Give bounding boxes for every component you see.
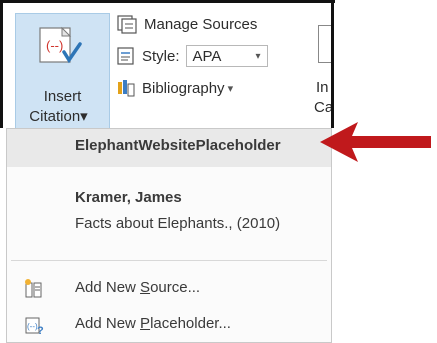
chevron-down-icon: ▾ (227, 82, 234, 95)
svg-text:(--): (--) (46, 38, 63, 53)
insert-citation-menu: ElephantWebsitePlaceholder Kramer, James… (6, 128, 332, 343)
manage-sources-icon (117, 15, 137, 34)
bibliography-button[interactable]: Bibliography ▾ (116, 75, 233, 101)
menu-item-source[interactable]: Kramer, James Facts about Elephants., (2… (7, 181, 331, 243)
manage-sources-label: Manage Sources (144, 15, 258, 33)
add-new-placeholder-button[interactable]: (--) ? Add New Placeholder... (7, 307, 331, 341)
bibliography-label: Bibliography (142, 79, 225, 97)
references-ribbon: (--) Insert Citation▾ Manage Sources Sty… (0, 0, 335, 131)
add-source-icon (25, 279, 42, 298)
menu-separator (11, 260, 327, 261)
manage-sources-button[interactable]: Manage Sources (116, 11, 257, 37)
style-value: APA (192, 47, 222, 65)
svg-text:?: ? (37, 325, 44, 336)
style-label: Style: (142, 47, 180, 65)
add-placeholder-icon: (--) ? (25, 317, 44, 336)
ribbon-border (331, 0, 334, 128)
add-new-placeholder-label: Add New Placeholder... (75, 315, 231, 332)
source-title: Facts about Elephants., (2010) (75, 215, 281, 232)
insert-citation-icon: (--) (39, 26, 82, 64)
chevron-down-icon: ▾ (80, 108, 88, 125)
citation-label: Citation▾ (29, 108, 88, 125)
insert-label: Insert (43, 88, 82, 105)
add-new-source-label: Add New Source... (75, 279, 201, 296)
chevron-down-icon: ▾ (255, 50, 261, 62)
menu-item-placeholder[interactable]: ElephantWebsitePlaceholder (7, 129, 331, 167)
red-arrow-icon (320, 122, 431, 162)
bibliography-icon (118, 80, 135, 97)
source-author: Kramer, James (75, 189, 182, 206)
style-selector: Style: APA ▾ (116, 43, 268, 69)
placeholder-name: ElephantWebsitePlaceholder (75, 137, 281, 154)
add-new-source-button[interactable]: Add New Source... (7, 271, 331, 305)
style-icon (117, 47, 134, 65)
style-dropdown[interactable]: APA ▾ (185, 45, 268, 67)
truncated-label-top: In (316, 79, 329, 96)
insert-citation-button[interactable]: (--) Insert Citation▾ (15, 13, 110, 131)
next-group-icon (318, 25, 332, 63)
